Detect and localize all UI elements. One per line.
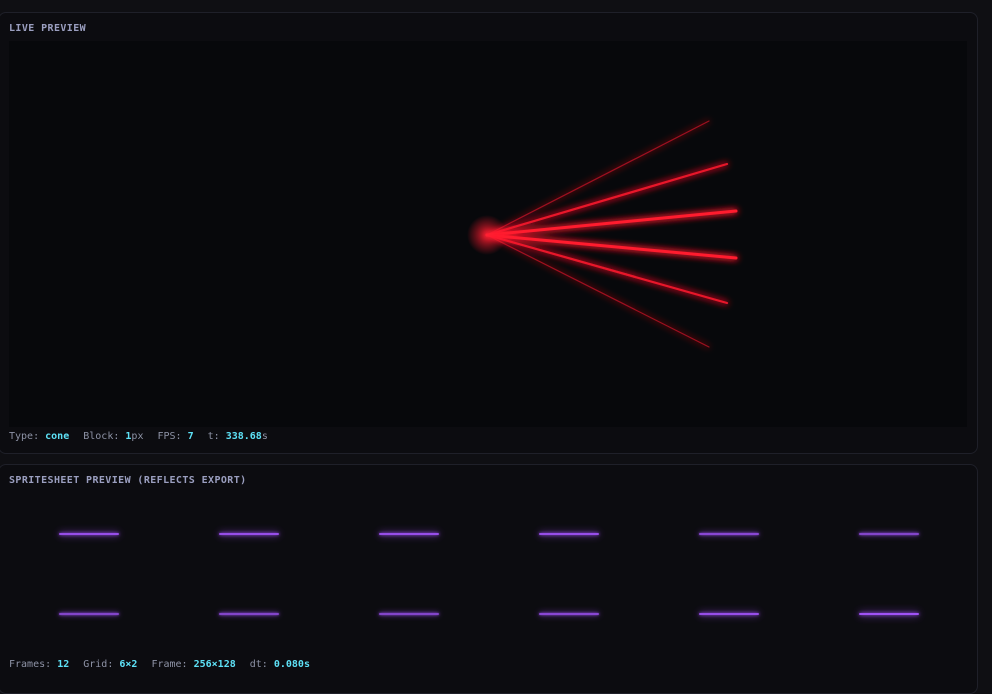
block-label: Block: [83, 431, 120, 442]
spritesheet-grid [0, 465, 979, 655]
sprite-frame-7 [59, 613, 119, 615]
frames-label: Frames: [9, 659, 52, 670]
grid-label: Grid: [83, 659, 114, 670]
sprite-frame-8 [219, 613, 279, 615]
dt-value: 0.080s [273, 659, 310, 670]
fps-value: 7 [187, 431, 194, 442]
sprite-frame-3 [379, 533, 439, 535]
live-stats-bar: Type: cone Block: 1px FPS: 7 t: 338.68s [9, 431, 282, 442]
sprite-frame-2 [219, 533, 279, 535]
frames-value: 12 [57, 659, 70, 670]
sprite-frame-12 [859, 613, 919, 615]
sprite-frame-1 [59, 533, 119, 535]
spritesheet-stats-bar: Frames: 12 Grid: 6×2 Frame: 256×128 dt: 0.0… [9, 659, 324, 670]
time-unit: s [261, 431, 268, 442]
type-label: Type: [9, 431, 40, 442]
sprite-frame-9 [379, 613, 439, 615]
time-value: 338.68 [225, 431, 262, 442]
dt-label: dt: [249, 659, 268, 670]
live-preview-canvas [9, 41, 967, 427]
sprite-frame-4 [539, 533, 599, 535]
sprite-frame-11 [699, 613, 759, 615]
type-value: cone [45, 431, 70, 442]
block-unit: px [131, 431, 144, 442]
fps-label: FPS: [157, 431, 182, 442]
frame-size-label: Frame: [151, 659, 188, 670]
laser-cone-graphic [467, 120, 738, 348]
sprite-frame-6 [859, 533, 919, 535]
spritesheet-preview-panel: SPRITESHEET PREVIEW (REFLECTS EXPORT) Fr… [0, 464, 978, 694]
beam-origin [467, 215, 507, 255]
grid-value: 6×2 [119, 659, 138, 670]
live-preview-title: LIVE PREVIEW [9, 23, 87, 34]
time-label: t: [207, 431, 220, 442]
sprite-frame-10 [539, 613, 599, 615]
sprite-frame-5 [699, 533, 759, 535]
live-preview-panel: LIVE PREVIEW Type: cone Block: 1px FPS: 7t… [0, 12, 978, 454]
frame-size-value: 256×128 [193, 659, 236, 670]
